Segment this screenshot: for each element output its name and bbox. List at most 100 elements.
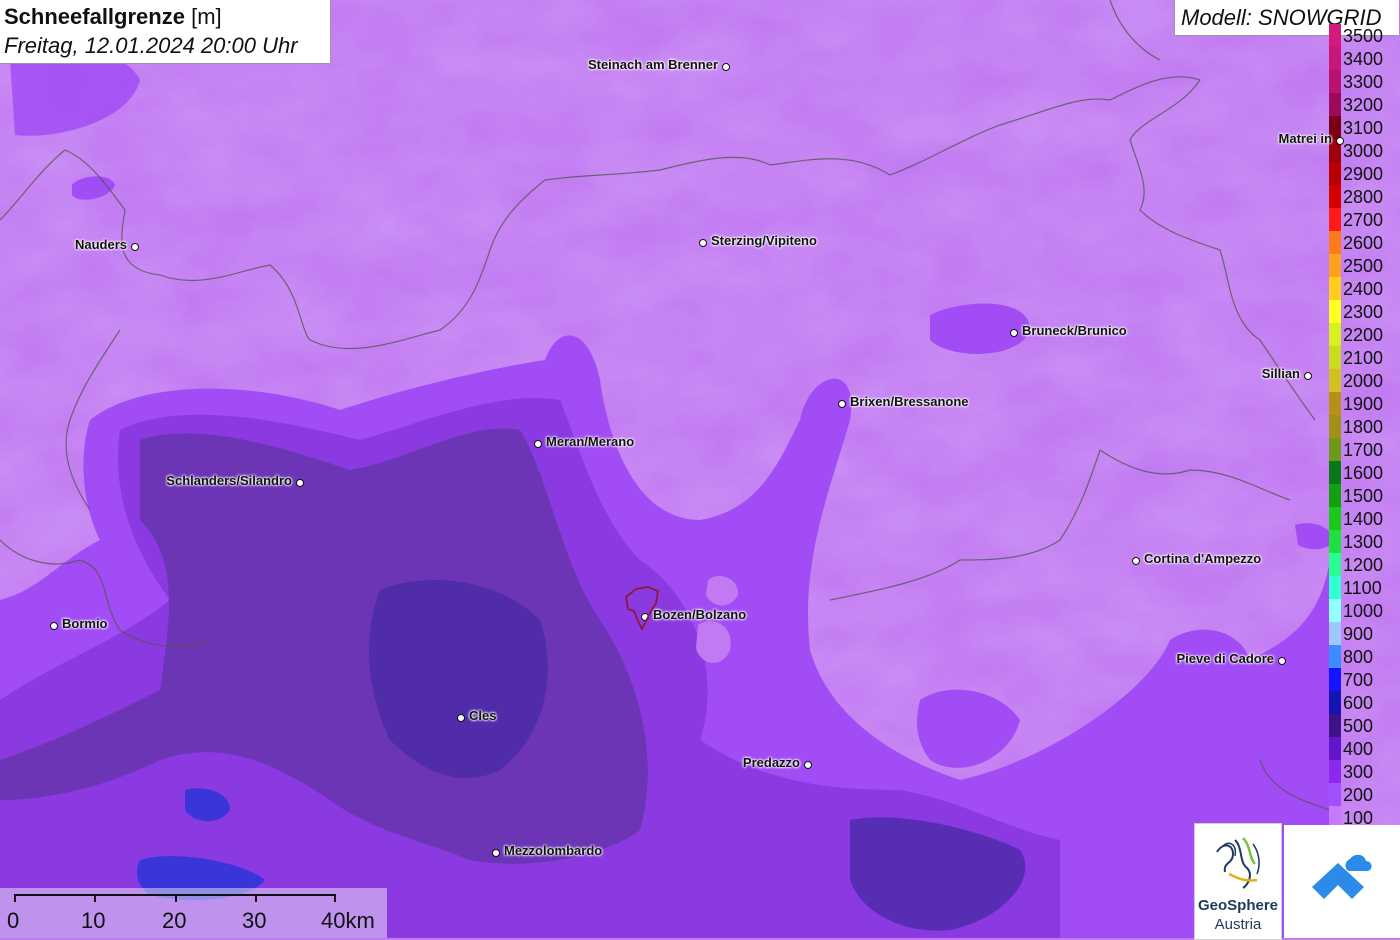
legend-row: 1000 <box>1328 599 1400 622</box>
legend-swatch <box>1329 277 1341 300</box>
bolzano-outline <box>625 586 660 632</box>
city-label: Brixen/Bressanone <box>850 394 969 409</box>
city-dot-icon <box>131 243 139 251</box>
legend-swatch <box>1329 392 1341 415</box>
legend-swatch <box>1329 599 1341 622</box>
legend-label: 2200 <box>1343 325 1384 345</box>
legend-row: 400 <box>1328 737 1400 760</box>
legend-label: 1700 <box>1343 440 1384 460</box>
legend-label: 2500 <box>1343 256 1384 276</box>
map-title-unit: [m] <box>191 4 222 29</box>
legend-row: 2900 <box>1328 162 1400 185</box>
legend-swatch <box>1329 162 1341 185</box>
scale-label-40km: 40km <box>321 908 375 933</box>
legend-row: 600 <box>1328 691 1400 714</box>
legend-label: 900 <box>1343 624 1374 644</box>
city-dot-icon <box>1010 329 1018 337</box>
legend-label: 2800 <box>1343 187 1384 207</box>
geosphere-logo[interactable]: GeoSphere Austria <box>1194 823 1282 940</box>
legend-swatch <box>1329 553 1341 576</box>
city-label: Pieve di Cadore <box>1176 651 1274 666</box>
legend-swatch <box>1329 208 1341 231</box>
legend-swatch <box>1329 530 1341 553</box>
legend-row: 200 <box>1328 783 1400 806</box>
city-label: Steinach am Brenner <box>587 57 718 72</box>
legend-row: 2700 <box>1328 208 1400 231</box>
legend-row: 2600 <box>1328 231 1400 254</box>
city-dot-icon <box>296 479 304 487</box>
legend-swatch <box>1329 47 1341 70</box>
city-label: Schlanders/Silandro <box>166 473 292 488</box>
geosphere-name: GeoSphere <box>1197 897 1279 914</box>
legend-row: 3200 <box>1328 93 1400 116</box>
app-logo[interactable] <box>1284 825 1400 938</box>
legend-label: 1200 <box>1343 555 1384 575</box>
city-dot-icon <box>1336 137 1344 145</box>
city-dot-icon <box>457 714 465 722</box>
color-legend: 3500 3400 3300 3200 3100 3000 2900 2800 2700 2600… <box>1328 24 1400 829</box>
legend-row: 2200 <box>1328 323 1400 346</box>
geosphere-subtitle: Austria <box>1214 916 1262 933</box>
legend-row: 1900 <box>1328 392 1400 415</box>
legend-label: 200 <box>1343 785 1374 805</box>
legend-swatch <box>1329 346 1341 369</box>
city-label: Sterzing/Vipiteno <box>711 233 817 248</box>
legend-row: 1800 <box>1328 415 1400 438</box>
scale-label-20: 20 <box>162 908 187 933</box>
legend-swatch <box>1329 369 1341 392</box>
legend-swatch <box>1329 622 1341 645</box>
scale-label-10: 10 <box>81 908 106 933</box>
legend-label: 3300 <box>1343 72 1384 92</box>
geosphere-mark-icon <box>1216 837 1260 889</box>
city-dot-icon <box>50 622 58 630</box>
legend-row: 1600 <box>1328 461 1400 484</box>
legend-row: 3300 <box>1328 70 1400 93</box>
legend-label: 400 <box>1343 739 1374 759</box>
legend-label: 2100 <box>1343 348 1384 368</box>
legend-label: 2300 <box>1343 302 1384 322</box>
legend-label: 500 <box>1343 716 1374 736</box>
city-dot-icon <box>838 400 846 408</box>
city-label: Sillian <box>1261 366 1300 381</box>
legend-label: 1800 <box>1343 417 1384 437</box>
legend-label: 1600 <box>1343 463 1384 483</box>
city-label: Meran/Merano <box>546 434 635 449</box>
legend-row: 2100 <box>1328 346 1400 369</box>
legend-swatch <box>1329 645 1341 668</box>
scale-bar-tick <box>334 894 336 902</box>
scale-bar-tick <box>94 894 96 902</box>
legend-label: 1900 <box>1343 394 1384 414</box>
legend-row: 1700 <box>1328 438 1400 461</box>
city-dot-icon <box>1304 372 1312 380</box>
legend-swatch <box>1329 70 1341 93</box>
map-title: Schneefallgrenze [m] <box>4 4 222 30</box>
legend-label: 2400 <box>1343 279 1384 299</box>
legend-row: 2500 <box>1328 254 1400 277</box>
legend-row: 500 <box>1328 714 1400 737</box>
scale-bar: 0 10 20 30 40km <box>0 888 387 938</box>
legend-label: 700 <box>1343 670 1374 690</box>
scale-label-30: 30 <box>242 908 267 933</box>
city-label: Bozen/Bolzano <box>653 607 747 622</box>
snowfall-line-map[interactable] <box>0 0 1400 938</box>
city-label: Bruneck/Brunico <box>1022 323 1127 338</box>
legend-row: 2300 <box>1328 300 1400 323</box>
legend-row: 2400 <box>1328 277 1400 300</box>
city-dot-icon <box>804 761 812 769</box>
city-dot-icon <box>1278 657 1286 665</box>
legend-label: 600 <box>1343 693 1374 713</box>
legend-swatch <box>1329 185 1341 208</box>
scale-bar-tick <box>175 894 177 902</box>
city-dot-icon <box>1132 557 1140 565</box>
legend-row: 2000 <box>1328 369 1400 392</box>
legend-row: 300 <box>1328 760 1400 783</box>
legend-label: 2600 <box>1343 233 1384 253</box>
legend-row: 1200 <box>1328 553 1400 576</box>
legend-label: 800 <box>1343 647 1374 667</box>
legend-row: 700 <box>1328 668 1400 691</box>
legend-label: 1000 <box>1343 601 1384 621</box>
map-datetime: Freitag, 12.01.2024 20:00 Uhr <box>4 33 298 58</box>
city-label: Bormio <box>62 616 108 631</box>
legend-swatch <box>1329 461 1341 484</box>
city-label: Predazzo <box>742 755 800 770</box>
